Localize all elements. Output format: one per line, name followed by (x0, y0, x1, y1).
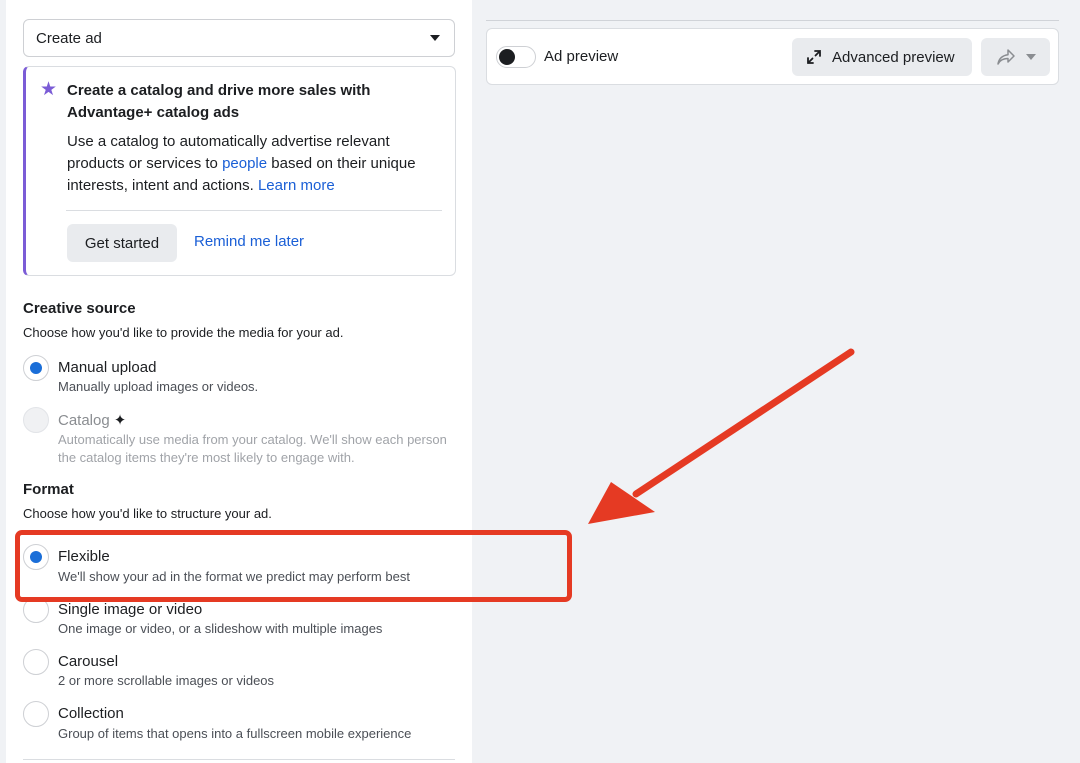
catalog-option-label: Catalog ✦ (58, 411, 126, 429)
dropdown-label: Create ad (36, 29, 102, 47)
learn-more-link[interactable]: Learn more (258, 177, 335, 194)
manual-upload-label: Manual upload (58, 359, 157, 376)
catalog-promo-card: ★ Create a catalog and drive more sales … (23, 66, 456, 276)
catalog-radio[interactable] (23, 407, 49, 433)
toggle-knob (499, 49, 515, 65)
people-link[interactable]: people (222, 155, 267, 172)
caret-down-icon (430, 35, 440, 41)
divider (486, 20, 1059, 21)
ad-preview-toggle[interactable] (496, 46, 536, 68)
catalog-label: Catalog (58, 412, 110, 429)
format-description: Choose how you'd like to structure your … (23, 506, 272, 521)
card-title: Create a catalog and drive more sales wi… (67, 82, 371, 121)
ad-preview-label: Ad preview (544, 48, 619, 65)
advanced-preview-label: Advanced preview (832, 48, 955, 66)
get-started-button[interactable]: Get started (67, 224, 177, 262)
star-icon: ★ (40, 79, 58, 100)
card-body: Use a catalog to automatically advertise… (67, 131, 437, 197)
card-divider (66, 210, 442, 211)
advanced-preview-button[interactable]: Advanced preview (792, 38, 972, 76)
sparkle-icon: ✦ (113, 412, 127, 429)
expand-icon (807, 50, 821, 64)
share-button[interactable] (981, 38, 1050, 76)
divider-bottom (23, 759, 455, 760)
preview-panel (472, 0, 1080, 763)
manual-upload-radio[interactable] (23, 355, 49, 381)
caret-down-icon (1025, 54, 1036, 60)
create-ad-dropdown[interactable]: Create ad (23, 19, 455, 57)
single-image-label: Single image or video (58, 601, 203, 618)
collection-label: Collection (58, 705, 124, 722)
creative-source-description: Choose how you'd like to provide the med… (23, 325, 344, 340)
carousel-label: Carousel (58, 653, 119, 670)
flexible-description: We'll show your ad in the format we pred… (58, 569, 410, 584)
manual-upload-description: Manually upload images or videos. (58, 379, 259, 394)
remind-later-link[interactable]: Remind me later (194, 233, 304, 250)
collection-radio[interactable] (23, 701, 49, 727)
carousel-radio[interactable] (23, 649, 49, 675)
share-icon (996, 49, 1015, 65)
flexible-radio[interactable] (23, 544, 49, 570)
single-image-radio[interactable] (23, 597, 49, 623)
collection-description: Group of items that opens into a fullscr… (58, 726, 412, 741)
flexible-label: Flexible (58, 548, 110, 565)
format-title: Format (23, 481, 74, 498)
single-image-description: One image or video, or a slideshow with … (58, 621, 383, 636)
catalog-description: Automatically use media from your catalo… (58, 432, 447, 465)
carousel-description: 2 or more scrollable images or videos (58, 673, 275, 688)
creative-source-title: Creative source (23, 300, 136, 317)
ad-preview-bar: Ad preview Advanced preview (486, 28, 1059, 85)
